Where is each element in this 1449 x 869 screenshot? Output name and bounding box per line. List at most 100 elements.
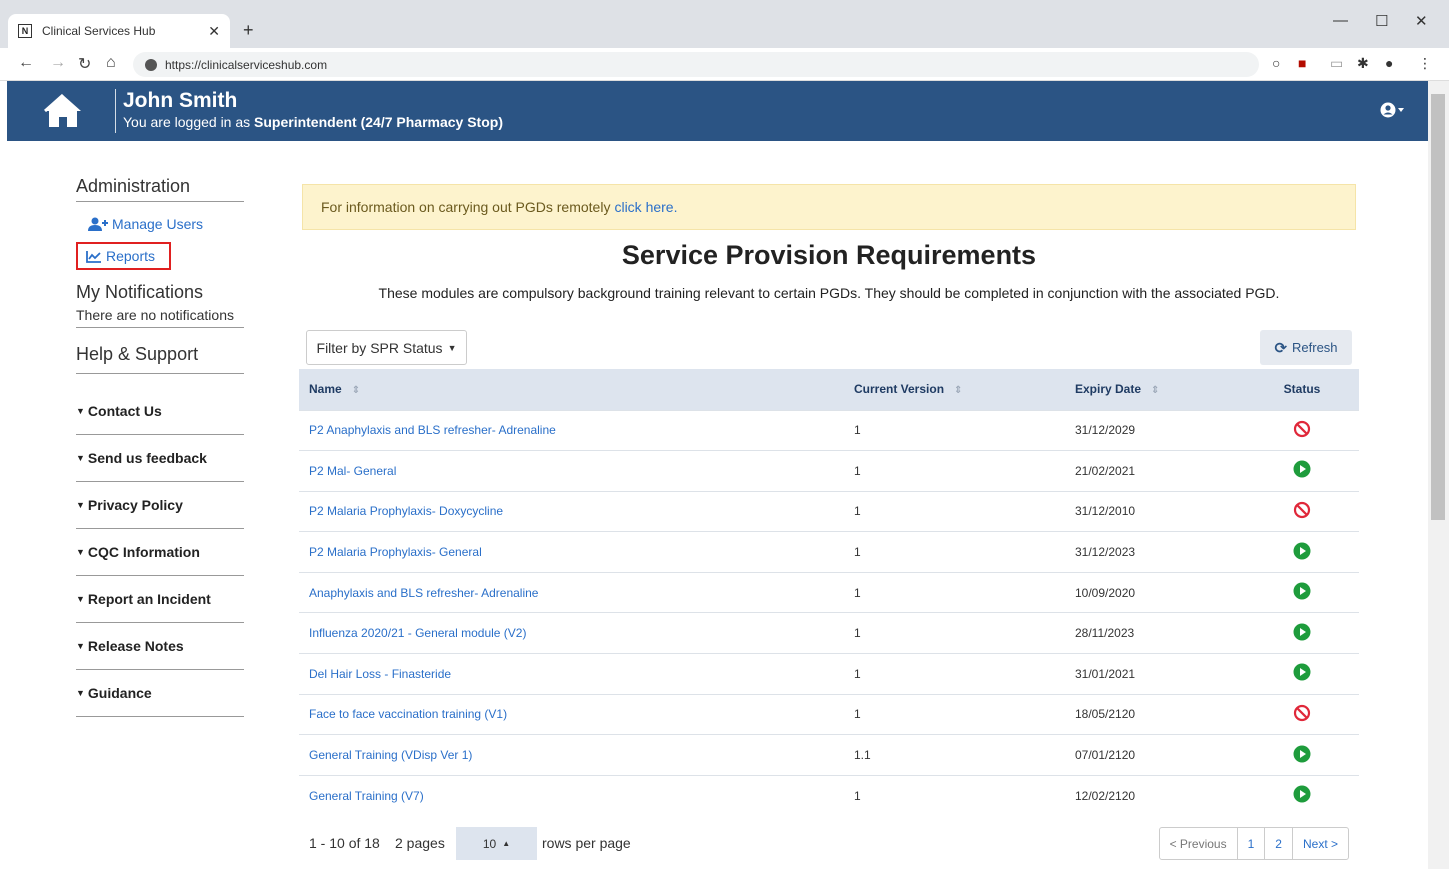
sort-icon[interactable]: ⇕ bbox=[352, 385, 360, 396]
play-circle-icon[interactable] bbox=[1293, 623, 1311, 641]
cell-expiry: 31/12/2023 bbox=[1064, 531, 1245, 573]
pdf-extension-icon[interactable]: ■ bbox=[1298, 55, 1306, 71]
support-item-report-incident[interactable]: ▼ Report an Incident bbox=[76, 576, 244, 623]
support-item-cqc-information[interactable]: ▼ CQC Information bbox=[76, 529, 244, 576]
alert-click-here-link[interactable]: click here. bbox=[614, 199, 677, 215]
cell-status bbox=[1245, 490, 1359, 532]
cell-expiry: 31/12/2010 bbox=[1064, 490, 1245, 532]
extension-circle-icon[interactable]: ○ bbox=[1272, 55, 1280, 71]
caret-down-icon: ▼ bbox=[76, 641, 85, 651]
table-body: P2 Anaphylaxis and BLS refresher- Adrena… bbox=[299, 409, 1359, 816]
app-header: John Smith You are logged in as Superint… bbox=[7, 81, 1428, 141]
sort-icon[interactable]: ⇕ bbox=[954, 385, 962, 396]
refresh-button[interactable]: ⟳ Refresh bbox=[1260, 330, 1352, 365]
page-1-button[interactable]: 1 bbox=[1236, 828, 1265, 859]
cell-name: Influenza 2020/21 - General module (V2) bbox=[299, 612, 843, 654]
support-item-label: Send us feedback bbox=[87, 450, 207, 466]
support-item-contact-us[interactable]: ▼ Contact Us bbox=[76, 388, 244, 435]
new-tab-icon[interactable]: + bbox=[243, 20, 254, 41]
sort-icon[interactable]: ⇕ bbox=[1151, 385, 1159, 396]
table-row: P2 Malaria Prophylaxis- Doxycycline 1 31/1… bbox=[299, 490, 1359, 532]
col-expiry-header[interactable]: Expiry Date ⇕ bbox=[1064, 369, 1245, 410]
module-link[interactable]: Face to face vaccination training (V1) bbox=[309, 707, 507, 721]
rows-per-page-select[interactable]: 10 ▲ bbox=[456, 827, 537, 860]
previous-page-button[interactable]: < Previous bbox=[1160, 828, 1237, 859]
rows-per-page-value: 10 bbox=[482, 836, 497, 851]
module-link[interactable]: Anaphylaxis and BLS refresher- Adrenalin… bbox=[309, 586, 538, 600]
reports-label: Reports bbox=[106, 248, 156, 264]
cell-expiry: 31/12/2029 bbox=[1064, 409, 1245, 451]
notifications-heading: My Notifications bbox=[76, 282, 204, 302]
pagination-page-count: 2 pages bbox=[395, 835, 445, 851]
cell-name: Face to face vaccination training (V1) bbox=[299, 693, 843, 735]
col-name-header[interactable]: Name ⇕ bbox=[299, 369, 843, 410]
home-icon[interactable] bbox=[43, 93, 83, 129]
caret-down-icon: ▼ bbox=[447, 342, 457, 353]
pagination-info: 1 - 10 of 18 bbox=[309, 835, 380, 851]
cell-version: 1 bbox=[843, 490, 1064, 532]
manage-users-link[interactable]: Manage Users bbox=[76, 212, 244, 236]
page-2-button[interactable]: 2 bbox=[1264, 828, 1292, 859]
page-scrollbar-thumb[interactable] bbox=[1431, 94, 1445, 520]
play-circle-icon[interactable] bbox=[1293, 745, 1311, 763]
add-user-icon bbox=[88, 217, 108, 231]
cell-version: 1 bbox=[843, 409, 1064, 451]
forward-icon[interactable]: → bbox=[50, 54, 66, 72]
browser-home-icon[interactable]: ⌂ bbox=[106, 54, 116, 72]
account-menu-icon[interactable] bbox=[1380, 101, 1406, 124]
support-item-release-notes[interactable]: ▼ Release Notes bbox=[76, 623, 244, 670]
col-version-header[interactable]: Current Version ⇕ bbox=[843, 369, 1064, 410]
col-expiry-label: Expiry Date bbox=[1075, 382, 1142, 397]
pagination: 1 - 10 of 18 2 pages 10 ▲ rows per page … bbox=[309, 827, 1349, 860]
cell-expiry: 10/09/2020 bbox=[1064, 571, 1245, 613]
module-link[interactable]: P2 Malaria Prophylaxis- Doxycycline bbox=[309, 504, 503, 518]
back-icon[interactable]: ← bbox=[18, 54, 34, 72]
table-row: General Training (VDisp Ver 1) 1.1 07/01/2… bbox=[299, 734, 1359, 776]
page-buttons: < Previous 1 2 Next > bbox=[1158, 827, 1349, 860]
module-link[interactable]: General Training (VDisp Ver 1) bbox=[309, 748, 472, 762]
cell-status bbox=[1245, 409, 1359, 451]
play-circle-icon[interactable] bbox=[1293, 663, 1311, 681]
close-window-icon[interactable]: ✕ bbox=[1415, 12, 1428, 30]
play-circle-icon[interactable] bbox=[1293, 460, 1311, 478]
play-circle-icon[interactable] bbox=[1293, 542, 1311, 560]
module-link[interactable]: Influenza 2020/21 - General module (V2) bbox=[309, 626, 526, 640]
cast-icon[interactable]: ▭ bbox=[1330, 55, 1343, 72]
browser-tab[interactable]: N Clinical Services Hub ✕ bbox=[8, 14, 230, 48]
site-info-icon[interactable] bbox=[145, 58, 157, 71]
play-circle-icon[interactable] bbox=[1293, 582, 1311, 600]
cell-name: Del Hair Loss - Finasteride bbox=[299, 653, 843, 695]
col-status-header: Status bbox=[1245, 369, 1359, 410]
module-link[interactable]: P2 Mal- General bbox=[309, 464, 396, 478]
page-title: Service Provision Requirements bbox=[621, 240, 1037, 270]
cell-version: 1 bbox=[843, 531, 1064, 573]
table-row: General Training (V7) 1 12/02/2120 bbox=[299, 774, 1359, 816]
close-tab-icon[interactable]: ✕ bbox=[208, 23, 220, 40]
support-item-guidance[interactable]: ▼ Guidance bbox=[76, 670, 244, 717]
refresh-icon: ⟳ bbox=[1274, 339, 1288, 357]
support-item-privacy-policy[interactable]: ▼ Privacy Policy bbox=[76, 482, 244, 529]
reports-link[interactable]: Reports bbox=[76, 242, 172, 270]
filter-label: Filter by SPR Status bbox=[316, 339, 443, 356]
module-link[interactable]: General Training (V7) bbox=[309, 789, 424, 803]
module-link[interactable]: P2 Anaphylaxis and BLS refresher- Adrena… bbox=[309, 423, 556, 437]
caret-down-icon: ▼ bbox=[76, 547, 85, 557]
support-item-send-feedback[interactable]: ▼ Send us feedback bbox=[76, 435, 244, 482]
next-page-button[interactable]: Next > bbox=[1291, 828, 1348, 859]
extensions-puzzle-icon[interactable]: ✱ bbox=[1357, 55, 1369, 72]
url-bar[interactable]: https://clinicalserviceshub.com bbox=[133, 52, 1259, 77]
reload-icon[interactable]: ↻ bbox=[78, 54, 91, 74]
play-circle-icon[interactable] bbox=[1293, 785, 1311, 803]
maximize-icon[interactable]: ☐ bbox=[1375, 12, 1388, 30]
module-link[interactable]: Del Hair Loss - Finasteride bbox=[309, 667, 451, 681]
url-text: https://clinicalserviceshub.com bbox=[165, 57, 328, 72]
minimize-icon[interactable]: — bbox=[1333, 12, 1348, 29]
col-version-label: Current Version bbox=[854, 382, 945, 397]
cell-expiry: 31/01/2021 bbox=[1064, 653, 1245, 695]
browser-menu-icon[interactable]: ⋮ bbox=[1418, 55, 1432, 72]
filter-spr-status-dropdown[interactable]: Filter by SPR Status ▼ bbox=[306, 330, 467, 365]
caret-down-icon: ▼ bbox=[76, 406, 85, 416]
profile-icon[interactable]: ● bbox=[1385, 55, 1393, 71]
module-link[interactable]: P2 Malaria Prophylaxis- General bbox=[309, 545, 482, 559]
cell-status bbox=[1245, 571, 1359, 613]
